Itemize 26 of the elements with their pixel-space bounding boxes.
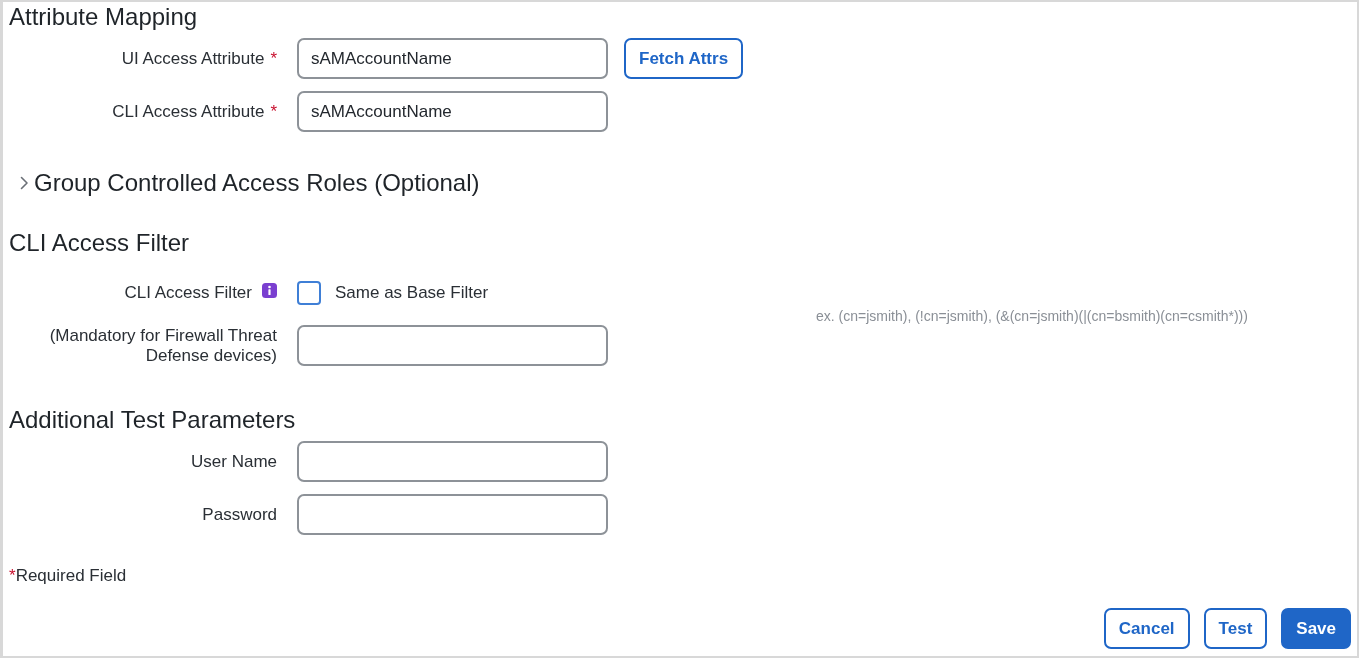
info-icon[interactable] <box>262 283 277 298</box>
text-field[interactable]: sAMAccountName <box>297 38 608 79</box>
field-label: CLI Access Attribute <box>112 101 265 122</box>
save-button[interactable]: Save <box>1281 608 1351 649</box>
collapsible-section-header[interactable]: Group Controlled Access Roles (Optional) <box>9 168 480 198</box>
field-label: User Name <box>191 451 277 472</box>
required-mark: * <box>270 48 277 69</box>
field-label: (Mandatory for Firewall Threat Defense devices) <box>48 325 277 366</box>
checkbox-label: Same as Base Filter <box>335 283 489 303</box>
checkbox[interactable] <box>297 281 321 305</box>
text-field[interactable] <box>297 441 608 482</box>
field-label: Password <box>202 504 277 525</box>
required-field-note: *Required Field <box>9 566 127 586</box>
section-heading: Additional Test Parameters <box>9 405 296 435</box>
fetch-attrs-button[interactable]: Fetch Attrs <box>624 38 744 79</box>
text-field[interactable] <box>297 494 608 535</box>
action-button[interactable]: Test <box>1203 608 1268 649</box>
text-field[interactable]: sAMAccountName <box>297 91 608 132</box>
required-mark: * <box>270 101 277 122</box>
filter-example-hint: ex. (cn=jsmith), (!cn=jsmith), (&(cn=jsmith)(|(cn=bsmith)(cn=csmith*))) <box>816 307 1249 326</box>
action-button[interactable]: Cancel <box>1103 608 1190 649</box>
section-heading: CLI Access Filter <box>9 228 190 258</box>
field-label: CLI Access Filter <box>124 283 252 303</box>
section-heading: Attribute Mapping <box>9 2 198 32</box>
text-field[interactable] <box>297 325 608 366</box>
field-label: UI Access Attribute <box>121 48 265 69</box>
